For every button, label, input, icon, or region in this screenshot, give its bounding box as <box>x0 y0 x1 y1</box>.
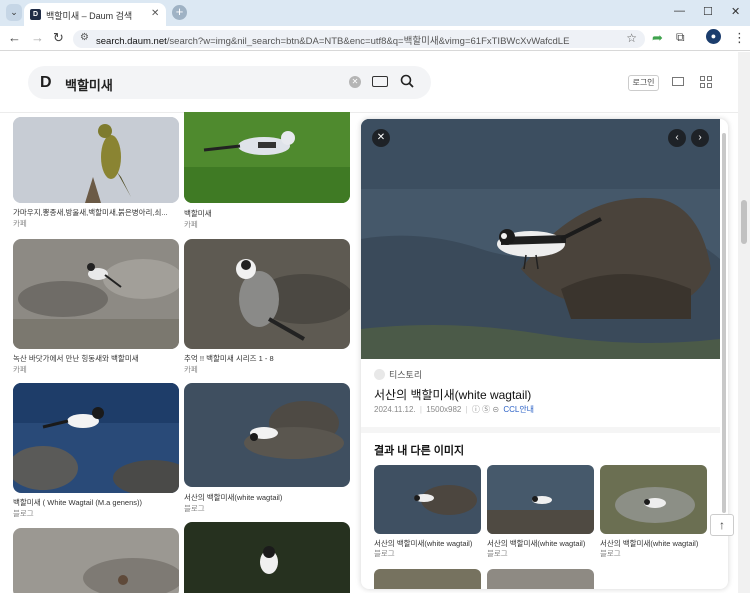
result-thumbnail[interactable] <box>184 112 350 203</box>
minimize-icon[interactable]: — <box>674 5 685 17</box>
result-title[interactable]: 추억 !! 백할미새 시리즈 1 - 8 <box>184 353 350 364</box>
result-thumbnail[interactable] <box>13 117 179 203</box>
daum-favicon-icon: D <box>30 9 41 20</box>
login-button[interactable]: 로그인 <box>628 75 659 91</box>
result-thumbnail[interactable] <box>184 522 350 593</box>
result-source: 카페 <box>184 365 198 374</box>
related-heading: 결과 내 다른 이미지 <box>374 445 465 457</box>
ccl-link[interactable]: CCL안내 <box>503 405 534 414</box>
detail-source[interactable]: 티스토리 <box>374 368 422 381</box>
close-icon[interactable]: ✕ <box>372 129 390 147</box>
search-box[interactable]: D 백할미새 ✕ <box>28 66 431 99</box>
extensions-icon[interactable]: ⧉ <box>676 30 685 45</box>
related-source: 블로그 <box>487 549 508 558</box>
result-source: 카페 <box>13 219 27 228</box>
arrow-up-icon[interactable]: ↑ <box>710 514 734 536</box>
result-thumbnail[interactable] <box>13 383 179 493</box>
result-card[interactable]: 추억 !! 백할미새 시리즈 1 - 8 카페 <box>184 239 350 374</box>
page-scrollbar[interactable] <box>738 52 750 593</box>
detail-image[interactable] <box>361 119 720 359</box>
forward-icon[interactable]: → <box>31 30 44 45</box>
result-title[interactable]: 백할미새 <box>184 208 350 219</box>
license-icons: ⓘ Ⓢ ⊝ <box>471 405 500 414</box>
page: D 백할미새 ✕ 로그인 가마우지,뽕종새,방울새,백할미새,붉은병아리,쇠..… <box>0 52 750 593</box>
result-source: 블로그 <box>13 509 34 518</box>
detail-date: 2024.11.12. <box>374 405 416 414</box>
result-card[interactable] <box>184 522 350 593</box>
result-card[interactable] <box>13 528 179 593</box>
back-icon[interactable]: ← <box>8 30 21 45</box>
result-thumbnail[interactable] <box>13 528 179 593</box>
tab-bar: ⌄ D 백할미새 – Daum 검색 ✕ + — ☐ ✕ <box>0 0 750 26</box>
result-title[interactable]: 서산의 백할미새(white wagtail) <box>184 492 350 503</box>
result-card[interactable]: 녹산 바닷가에서 만난 힝동새와 백할미새 카페 <box>13 239 179 374</box>
related-thumbnail[interactable] <box>374 465 481 534</box>
related-source: 블로그 <box>600 549 621 558</box>
related-thumbnail[interactable] <box>487 569 594 589</box>
close-window-icon[interactable]: ✕ <box>731 5 740 18</box>
reload-icon[interactable]: ↻ <box>53 30 64 46</box>
related-thumbnail[interactable] <box>374 569 481 589</box>
daum-logo[interactable]: D <box>40 74 56 91</box>
plus-icon[interactable]: + <box>172 5 187 20</box>
detail-size: 1500x982 <box>426 405 462 414</box>
related-thumbnail[interactable] <box>487 465 594 534</box>
result-title[interactable]: 백할미새 ( White Wagtail (M.a genens)) <box>13 497 179 508</box>
search-header: D 백할미새 ✕ 로그인 <box>0 52 738 113</box>
result-title[interactable]: 녹산 바닷가에서 만난 힝동새와 백할미새 <box>13 353 179 364</box>
next-icon[interactable]: › <box>691 129 709 147</box>
clear-icon[interactable]: ✕ <box>349 76 361 88</box>
site-info-icon[interactable]: ⚙ <box>80 32 89 43</box>
url-text: search.daum.net/search?w=img&nil_search=… <box>96 36 570 47</box>
result-source: 카페 <box>184 220 198 229</box>
search-input[interactable]: 백할미새 <box>65 75 113 94</box>
result-source: 카페 <box>13 365 27 374</box>
star-icon[interactable]: ☆ <box>626 31 637 45</box>
detail-title[interactable]: 서산의 백할미새(white wagtail) <box>374 386 531 403</box>
related-source: 블로그 <box>374 549 395 558</box>
navigation-bar: ← → ↻ ⚙ search.daum.net/search?w=img&nil… <box>0 26 750 51</box>
result-thumbnail[interactable] <box>13 239 179 349</box>
prev-icon[interactable]: ‹ <box>668 129 686 147</box>
detail-meta: 2024.11.12. | 1500x982 | ⓘ Ⓢ ⊝ CCL안내 <box>374 405 535 414</box>
result-card[interactable]: 서산의 백할미새(white wagtail) 블로그 <box>184 383 350 518</box>
search-icon[interactable] <box>400 74 414 88</box>
browser-tab[interactable]: D 백할미새 – Daum 검색 ✕ <box>24 3 166 26</box>
maximize-icon[interactable]: ☐ <box>703 5 713 18</box>
panel-scrollbar-thumb[interactable] <box>722 133 726 513</box>
source-icon <box>374 369 385 380</box>
result-card[interactable]: 백할미새 ( White Wagtail (M.a genens)) 블로그 <box>13 383 179 523</box>
image-detail-panel: ✕ ‹ › 티스토리 서산의 백할미새(white wagtail) 2024.… <box>361 119 728 589</box>
close-icon[interactable]: ✕ <box>151 8 159 19</box>
keyboard-icon[interactable] <box>372 76 388 87</box>
result-card[interactable]: 백할미새 카페 <box>184 112 350 231</box>
divider <box>361 427 720 433</box>
mail-icon[interactable] <box>672 77 684 86</box>
panel-scrollbar[interactable] <box>720 119 728 519</box>
address-bar[interactable]: ⚙ search.daum.net/search?w=img&nil_searc… <box>73 30 645 48</box>
share-icon[interactable]: ➦ <box>652 30 663 46</box>
menu-icon[interactable]: ⋮ <box>733 30 746 46</box>
profile-icon[interactable]: ● <box>706 29 721 44</box>
related-thumbnail[interactable] <box>600 465 707 534</box>
tab-title: 백할미새 – Daum 검색 <box>46 11 133 21</box>
result-thumbnail[interactable] <box>184 239 350 349</box>
page-scrollbar-thumb[interactable] <box>741 200 747 244</box>
result-thumbnail[interactable] <box>184 383 350 487</box>
result-card[interactable]: 가마우지,뽕종새,방울새,백할미새,붉은병아리,쇠... 카페 <box>13 117 179 231</box>
result-title[interactable]: 가마우지,뽕종새,방울새,백할미새,붉은병아리,쇠... <box>13 207 179 218</box>
result-source: 블로그 <box>184 504 205 513</box>
apps-icon[interactable] <box>700 76 712 88</box>
tab-list-icon[interactable]: ⌄ <box>6 4 22 21</box>
